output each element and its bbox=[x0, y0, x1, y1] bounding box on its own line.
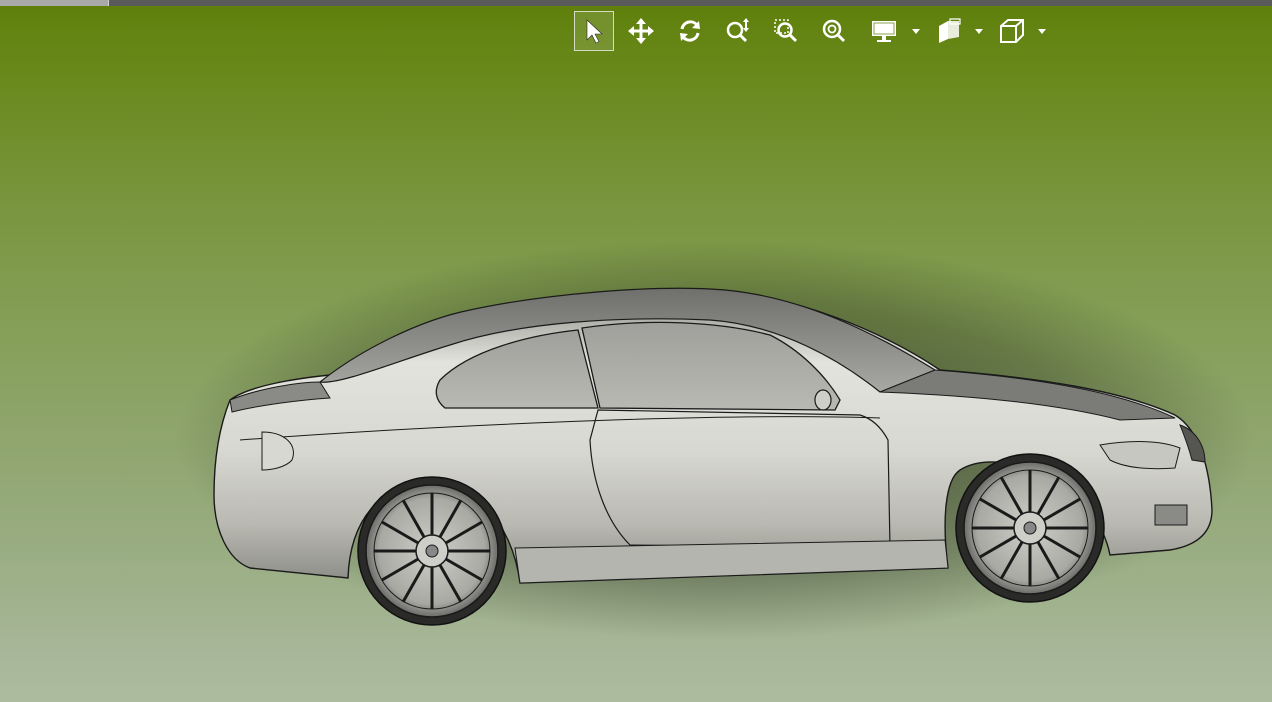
view-orientation-dropdown[interactable] bbox=[1037, 26, 1047, 36]
zoom-window-tool-button[interactable] bbox=[766, 11, 806, 51]
rotate-icon bbox=[680, 20, 700, 42]
display-mode-button[interactable] bbox=[864, 11, 904, 51]
view-toolbar bbox=[574, 11, 1054, 51]
chevron-down-icon bbox=[912, 28, 920, 34]
chevron-down-icon bbox=[1038, 28, 1046, 34]
section-view-icon bbox=[939, 18, 961, 43]
side-mirror bbox=[814, 389, 832, 411]
zoom-icon bbox=[726, 18, 749, 43]
select-tool-button[interactable] bbox=[574, 11, 614, 51]
chevron-down-icon bbox=[975, 28, 983, 34]
fog-grille bbox=[1154, 504, 1188, 526]
section-view-dropdown[interactable] bbox=[974, 26, 984, 36]
rotate-tool-button[interactable] bbox=[670, 11, 710, 51]
display-mode-dropdown[interactable] bbox=[911, 26, 921, 36]
pan-move-icon bbox=[628, 18, 654, 44]
section-view-button[interactable] bbox=[929, 11, 969, 51]
view-orientation-cube-icon bbox=[1000, 19, 1024, 43]
front-wheel[interactable] bbox=[955, 453, 1105, 603]
zoom-tool-button[interactable] bbox=[718, 11, 758, 51]
car-model[interactable] bbox=[0, 0, 1272, 702]
select-arrow-icon bbox=[586, 19, 603, 44]
zoom-fit-icon bbox=[822, 19, 846, 43]
pan-tool-button[interactable] bbox=[621, 11, 661, 51]
rear-wheel[interactable] bbox=[357, 476, 507, 626]
3d-viewport[interactable] bbox=[0, 0, 1272, 702]
zoom-fit-tool-button[interactable] bbox=[814, 11, 854, 51]
zoom-window-icon bbox=[774, 19, 798, 43]
view-orientation-button[interactable] bbox=[992, 11, 1032, 51]
display-mode-icon bbox=[872, 21, 896, 42]
